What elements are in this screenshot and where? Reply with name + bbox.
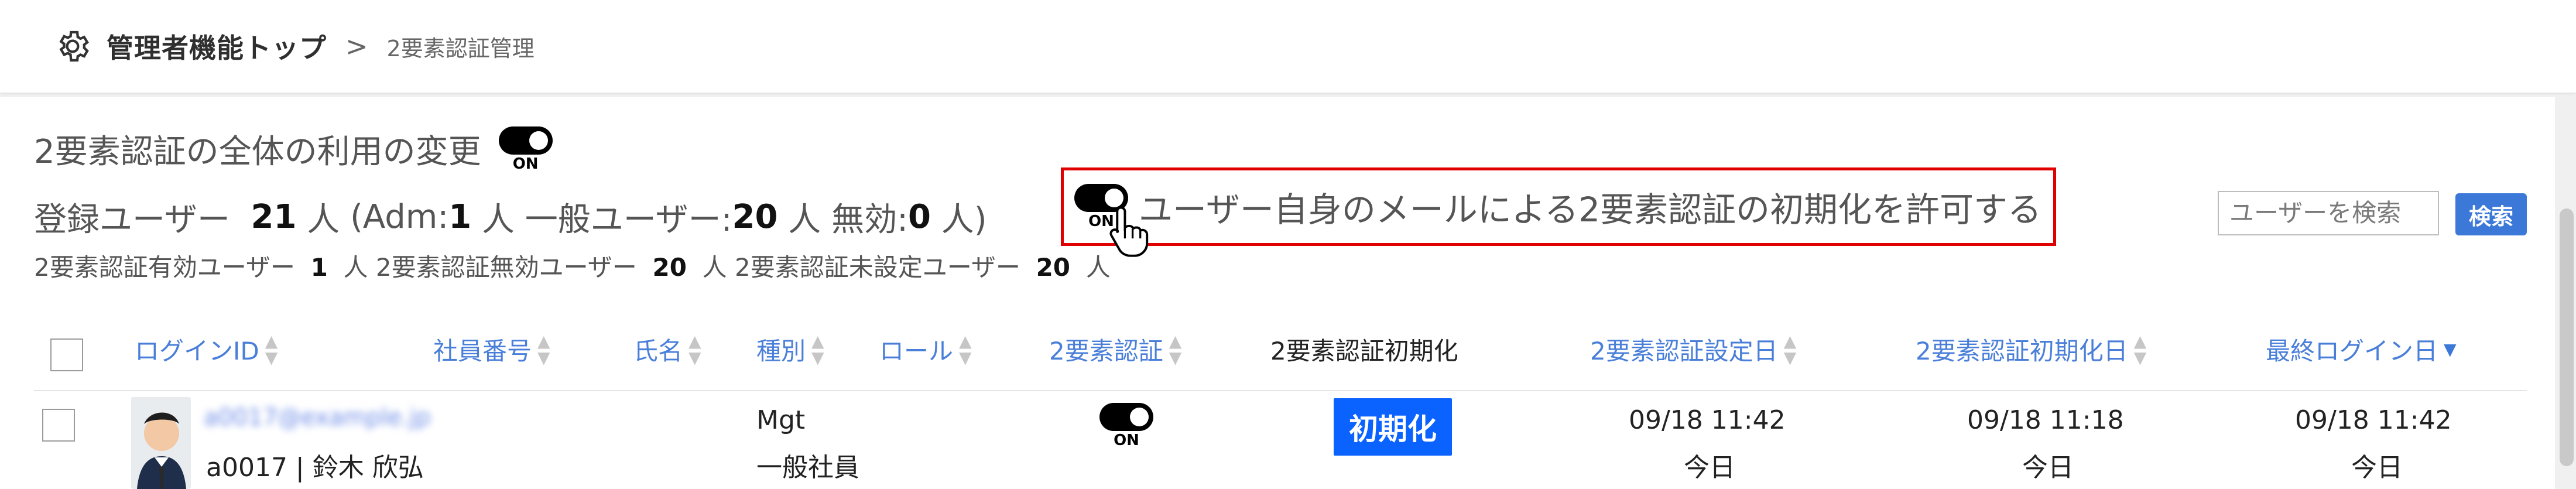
column-name[interactable]: 氏名 ▲ ▼: [633, 331, 701, 367]
invalid-users-count: 0: [907, 198, 931, 236]
column-last-login[interactable]: 最終ログイン日 ▼: [2266, 331, 2457, 367]
breadcrumb-current: 2要素認証管理: [386, 35, 535, 61]
unset-users-label: 人 2要素認証未設定ユーザー: [702, 253, 1020, 282]
column-role[interactable]: ロール ▲ ▼: [879, 331, 972, 367]
sort-icon: ▲ ▼: [959, 331, 972, 367]
registered-users-label: 登録ユーザー: [34, 201, 230, 239]
sort-icon: ▲ ▼: [811, 331, 824, 367]
column-label: 社員番号: [433, 337, 532, 365]
sort-icon: ▲ ▼: [2133, 331, 2147, 367]
user-counts: 登録ユーザー 21 人 (Adm: 1 人 一般ユーザー: 20 人 無効: 0…: [34, 193, 987, 241]
last-login-relative: 今日: [2351, 453, 2403, 483]
row-2fa-toggle[interactable]: ON: [1099, 403, 1153, 449]
column-label: 最終ログイン日: [2266, 337, 2438, 365]
adm-label: (Adm:: [350, 198, 449, 236]
sort-icon: ▲ ▼: [1169, 331, 1182, 367]
sort-desc-icon: ▼: [2444, 339, 2457, 359]
invalid-users-label: 人 無効:: [788, 201, 908, 239]
general-users-label: 人 一般ユーザー:: [481, 201, 732, 239]
2fa-set-date: 09/18 11:42: [1629, 405, 1786, 435]
global-2fa-setting: 2要素認証の全体の利用の変更 ON: [34, 125, 553, 173]
global-2fa-toggle[interactable]: ON: [498, 126, 553, 173]
gear-icon: [59, 30, 89, 62]
breadcrumb-separator: >: [345, 30, 368, 62]
user-search-input[interactable]: [2218, 191, 2439, 235]
column-label: 2要素認証設定日: [1590, 337, 1778, 365]
toggle-knob: [529, 131, 548, 150]
general-users-count: 20: [732, 198, 778, 236]
top-header: 管理者機能トップ > 2要素認証管理: [0, 0, 2576, 93]
column-label: ロール: [879, 337, 954, 365]
registered-users-unit: 人: [307, 201, 340, 239]
enabled-users-label: 2要素認証有効ユーザー: [34, 253, 295, 282]
column-2fa-reset: 2要素認証初期化: [1270, 331, 1458, 367]
section-title: 2要素認証の全体の利用の変更: [34, 133, 481, 171]
toggle-on-label: ON: [512, 155, 539, 173]
breadcrumb: 管理者機能トップ > 2要素認証管理: [54, 23, 535, 69]
sort-icon: ▲ ▼: [265, 331, 278, 367]
column-label: 氏名: [633, 337, 683, 365]
search-button[interactable]: 検索: [2455, 193, 2527, 235]
column-label: 2要素認証初期化日: [1916, 337, 2128, 365]
sort-icon: ▲ ▼: [688, 331, 701, 367]
last-login-date: 09/18 11:42: [2295, 405, 2452, 435]
counts-suffix: 人): [941, 201, 987, 239]
row-checkbox[interactable]: [42, 409, 75, 442]
disabled-users-count: 20: [652, 253, 687, 282]
enabled-users-count: 1: [310, 253, 328, 282]
allow-user-reset-setting: ON ユーザー自身のメールによる2要素認証の初期化を許可する: [1061, 167, 2056, 246]
column-2fa-reset-date[interactable]: 2要素認証初期化日 ▲ ▼: [1916, 331, 2146, 367]
select-all-checkbox[interactable]: [50, 338, 83, 371]
user-avatar: [131, 397, 191, 489]
vertical-scrollbar[interactable]: [2556, 97, 2576, 489]
2fa-set-date-relative: 今日: [1684, 453, 1735, 483]
hand-cursor-icon: [1109, 206, 1149, 257]
2fa-stats: 2要素認証有効ユーザー 1 人 2要素認証無効ユーザー 20 人 2要素認証未設…: [34, 248, 1111, 283]
sort-icon: ▲ ▼: [1783, 331, 1797, 367]
column-label: 種別: [756, 337, 806, 365]
toggle-knob: [1130, 408, 1149, 426]
sort-icon: ▲ ▼: [537, 331, 550, 367]
employee-id-name: a0017 | 鈴木 欣弘: [206, 453, 424, 483]
2fa-reset-date-relative: 今日: [2022, 453, 2074, 483]
column-label: 2要素認証: [1049, 337, 1163, 365]
column-2fa[interactable]: 2要素認証 ▲ ▼: [1049, 331, 1181, 367]
toggle-on-label: ON: [1114, 432, 1139, 449]
scrollbar-thumb[interactable]: [2560, 208, 2574, 466]
unset-users-count: 20: [1036, 253, 1071, 282]
allow-reset-label: ユーザー自身のメールによる2要素認証の初期化を許可する: [1139, 190, 2042, 230]
column-label: 2要素認証初期化: [1270, 337, 1458, 365]
reset-2fa-button[interactable]: 初期化: [1334, 398, 1452, 456]
registered-users-count: 21: [251, 198, 297, 236]
column-label: ログインID: [135, 337, 259, 365]
breadcrumb-root-link[interactable]: 管理者機能トップ: [107, 27, 327, 66]
table-row-divider: [34, 390, 2527, 391]
user-type: Mgt: [756, 405, 806, 435]
column-type[interactable]: 種別 ▲ ▼: [756, 331, 824, 367]
user-role: 一般社員: [756, 453, 859, 483]
avatar-image: [131, 397, 191, 489]
toggle-switch[interactable]: [498, 126, 553, 155]
column-employee-number[interactable]: 社員番号 ▲ ▼: [433, 331, 550, 367]
toggle-switch[interactable]: [1099, 403, 1153, 431]
adm-count: 1: [448, 198, 472, 236]
disabled-users-label: 人 2要素認証無効ユーザー: [343, 253, 637, 282]
column-2fa-set-date[interactable]: 2要素認証設定日 ▲ ▼: [1590, 331, 1796, 367]
login-email[interactable]: a0017@example.jp: [204, 404, 450, 431]
2fa-reset-date: 09/18 11:18: [1967, 405, 2124, 435]
column-login-id[interactable]: ログインID ▲ ▼: [135, 331, 278, 367]
